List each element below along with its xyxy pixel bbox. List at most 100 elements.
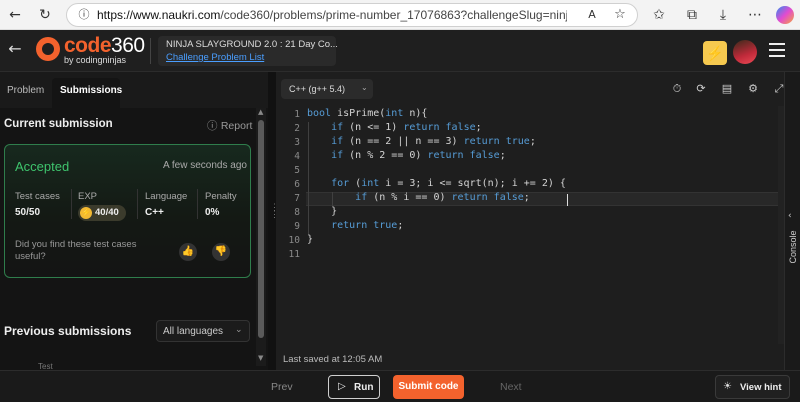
challenge-problem-list-link[interactable]: Challenge Problem List (166, 52, 264, 63)
refresh-icon[interactable]: ↻ (36, 6, 54, 24)
left-panel: Problem Submissions Current submission ⓘ… (0, 72, 268, 371)
code-line: } (307, 206, 338, 217)
compiler-value: C++ (g++ 5.4) (289, 84, 346, 94)
tab-submissions[interactable]: Submissions (60, 85, 122, 96)
chevron-left-icon[interactable]: ‹ (788, 211, 792, 221)
copilot-icon[interactable] (776, 6, 794, 24)
event-title: NINJA SLAYGROUND 2.0 : 21 Day Co... (166, 39, 338, 50)
back-arrow-icon[interactable]: ← (6, 40, 24, 58)
scroll-down-icon[interactable]: ▼ (258, 354, 263, 362)
collections-icon[interactable]: ⧉ (683, 6, 701, 24)
read-aloud-icon[interactable]: A (583, 6, 601, 24)
code-line: return true; (331, 220, 404, 231)
line-number: 10 (288, 235, 300, 246)
thumbs-down-icon[interactable]: 👎 (212, 243, 230, 261)
url-text[interactable]: https://www.naukri.com/code360/problems/… (97, 8, 567, 22)
stat-label-exp: EXP (78, 191, 98, 202)
submit-label: Submit code (398, 381, 459, 392)
bolt-icon: ⚡ (80, 207, 92, 219)
stat-divider (197, 189, 198, 219)
text-cursor (567, 194, 568, 206)
app-header: ← code360 by codingninjas NINJA SLAYGROU… (0, 30, 800, 72)
scroll-up-icon[interactable]: ▲ (258, 108, 263, 116)
scroll-thumb[interactable] (258, 120, 264, 338)
run-label: Run (354, 382, 374, 393)
lightbulb-icon: ☀ (723, 381, 732, 392)
submission-time: A few seconds ago (163, 160, 247, 171)
report-icon: ⓘ (207, 120, 221, 132)
console-toggle[interactable]: ‹ Console (784, 72, 800, 370)
stat-value-exp: 40/40 (95, 207, 119, 218)
left-panel-scrollbar[interactable]: ▲ ▼ (256, 108, 266, 366)
code-line: bool isPrime(int n){ (307, 108, 428, 119)
stat-divider (137, 189, 138, 219)
next-button[interactable]: Next (500, 381, 522, 393)
info-icon[interactable]: ⓘ (75, 6, 93, 24)
language-filter-value: All languages (163, 326, 224, 337)
feedback-question: Did you find these test cases useful? (15, 239, 137, 262)
view-hint-label: View hint (740, 382, 782, 393)
prev-button[interactable]: Prev (271, 381, 293, 393)
stat-value-penalty: 0% (205, 207, 220, 218)
logo-mark[interactable] (36, 37, 60, 61)
stat-label-language: Language (145, 191, 188, 202)
stat-divider (71, 189, 72, 219)
language-filter-select[interactable]: All languages ⌄ (156, 320, 250, 342)
compiler-select[interactable]: C++ (g++ 5.4) ⌄ (281, 79, 373, 99)
code-line: if (n % i == 0) return false; (355, 192, 530, 203)
menu-icon[interactable] (769, 40, 787, 60)
star-icon[interactable]: ☆ (611, 6, 629, 24)
code-area[interactable]: 1 2 3 4 5 6 7 8 9 10 11 bool isPrime(int… (276, 106, 778, 344)
last-saved-status: Last saved at 12:05 AM (283, 354, 383, 365)
event-info: NINJA SLAYGROUND 2.0 : 21 Day Co... Chal… (158, 36, 338, 66)
timer-icon[interactable]: ⏱ (670, 82, 684, 96)
chevron-down-icon: ⌄ (361, 83, 368, 92)
code-line: if (n <= 1) return false; (331, 122, 482, 133)
current-submission-title: Current submission (4, 118, 113, 130)
code-line: } (307, 234, 314, 245)
exp-badge: ⚡ 40/40 (78, 205, 126, 221)
view-hint-button[interactable]: ☀ View hint (715, 375, 790, 399)
refresh-code-icon[interactable]: ⟳ (694, 82, 708, 96)
favorites-icon[interactable]: ✩ (650, 6, 668, 24)
download-icon[interactable]: ⤓ (714, 6, 732, 24)
play-icon: ▷ (338, 381, 346, 392)
code-editor-panel: C++ (g++ 5.4) ⌄ ⏱ ⟳ ▤ ⚙ ⤢ 1 2 3 4 5 6 7 … (276, 72, 784, 370)
stat-value-language: C++ (145, 207, 164, 218)
logo-subtitle: by codingninjas (64, 55, 127, 65)
bottom-action-bar: Prev ▷ Run Submit code Next ☀ View hint (0, 370, 800, 402)
submit-code-button[interactable]: Submit code (393, 375, 464, 399)
line-number: 2 (294, 123, 300, 134)
line-number-gutter: 1 2 3 4 5 6 7 8 9 10 11 (276, 106, 300, 344)
back-arrow-icon[interactable]: ← (6, 6, 24, 24)
line-number: 11 (288, 249, 300, 260)
logo-word: code (64, 34, 112, 57)
submission-result-card: Accepted A few seconds ago Test cases 50… (4, 144, 251, 278)
avatar[interactable] (733, 40, 757, 64)
panel-splitter[interactable]: ⋮ ⋮ (268, 72, 279, 370)
stat-label-penalty: Penalty (205, 191, 237, 202)
tab-problem[interactable]: Problem (7, 85, 44, 96)
line-number: 6 (294, 179, 300, 190)
panel-tabs: Problem Submissions (0, 72, 268, 108)
line-number: 4 (294, 151, 300, 162)
console-label: Console (788, 230, 798, 264)
report-button[interactable]: ⓘ Report (207, 118, 252, 133)
code-line: if (n == 2 || n == 3) return true; (331, 136, 536, 147)
line-number: 8 (294, 207, 300, 218)
more-options-icon[interactable]: ⋯ (746, 6, 764, 24)
previous-submissions-title: Previous submissions (4, 324, 132, 338)
thumbs-up-icon[interactable]: 👍 (179, 243, 197, 261)
run-button[interactable]: ▷ Run (328, 375, 380, 399)
settings-icon[interactable]: ⚙ (746, 82, 760, 96)
status-badge: Accepted (15, 159, 70, 174)
report-label: Report (220, 120, 253, 132)
line-number: 5 (294, 165, 300, 176)
header-divider (150, 38, 151, 64)
bookmark-icon[interactable]: ▤ (720, 82, 734, 96)
line-number: 9 (294, 221, 300, 232)
line-number: 7 (294, 193, 300, 204)
bolt-icon[interactable]: ⚡ (703, 41, 727, 65)
browser-toolbar: ← ↻ ⓘ https://www.naukri.com/code360/pro… (0, 0, 800, 30)
address-bar[interactable]: ⓘ https://www.naukri.com/code360/problem… (66, 3, 638, 27)
